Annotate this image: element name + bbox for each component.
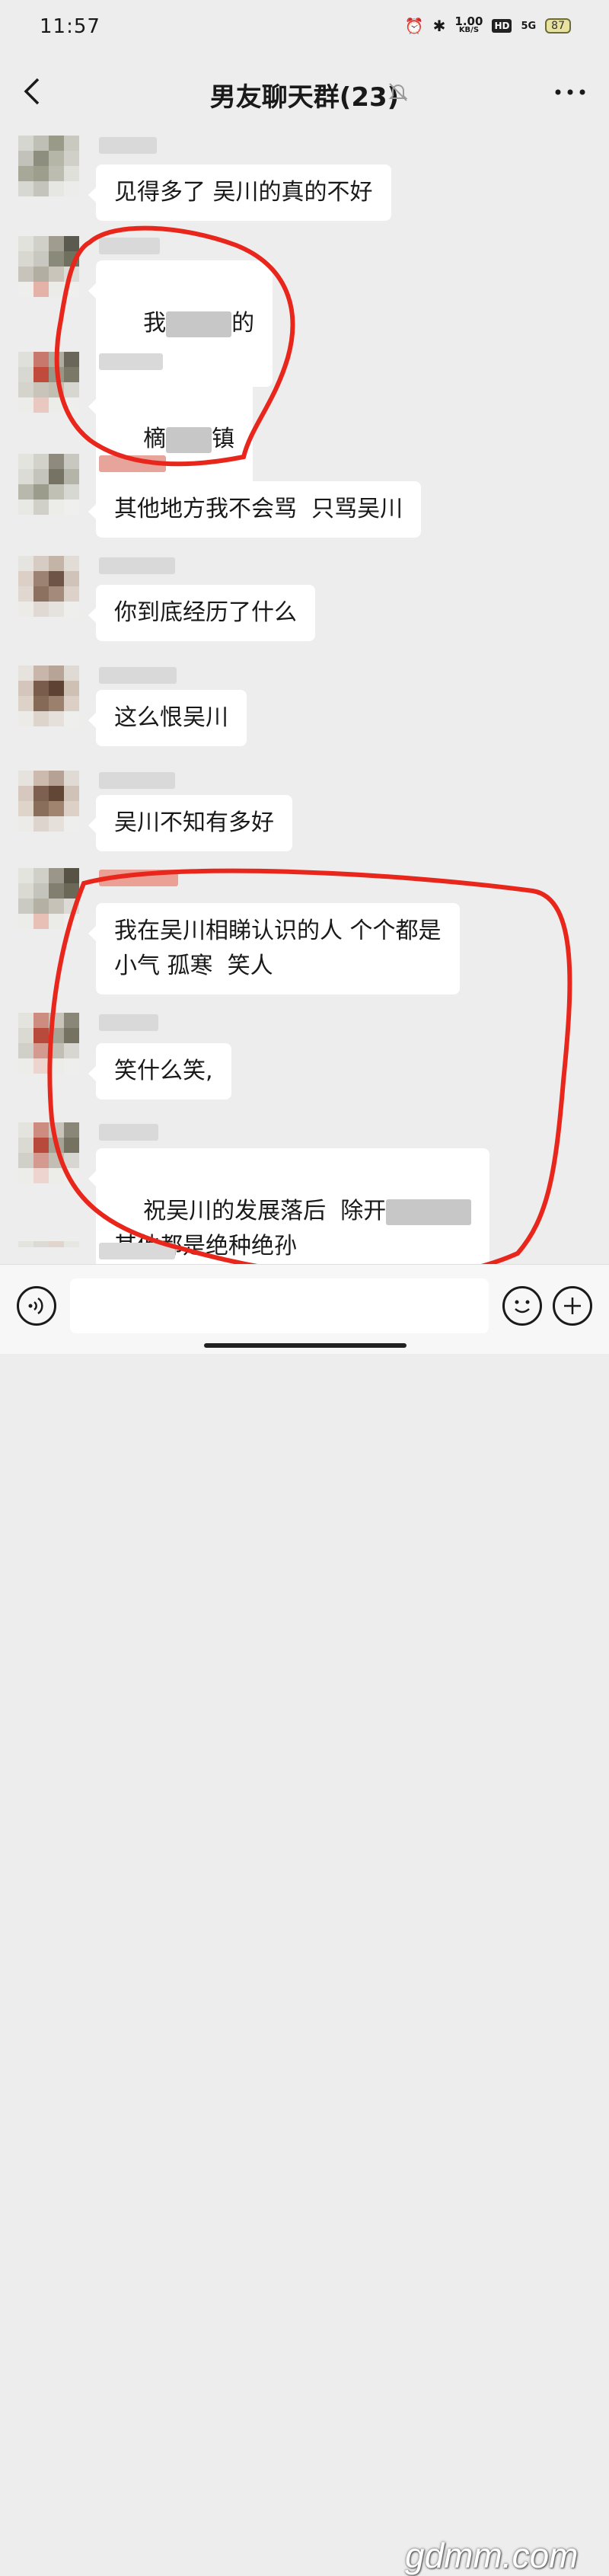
blurred-text	[386, 1199, 472, 1225]
message-bubble[interactable]: 见得多了 吴川的真的不好	[88, 164, 391, 221]
home-indicator[interactable]	[204, 1343, 407, 1348]
sender-name-blurred	[99, 137, 157, 154]
add-icon[interactable]	[553, 1286, 592, 1326]
more-dots-icon[interactable]	[553, 81, 588, 104]
message-bubble[interactable]: 笑什么笑,	[88, 1043, 231, 1100]
avatar[interactable]	[18, 136, 79, 196]
message-bubble[interactable]: 我在吴川相睇认识的人 个个都是 小气 孤寒 笑人	[88, 903, 460, 994]
voice-icon[interactable]	[17, 1286, 56, 1326]
blurred-text	[166, 311, 232, 337]
sender-name-blurred	[99, 667, 177, 684]
emoji-icon[interactable]	[502, 1286, 542, 1326]
watermark: gdmm.com	[405, 2536, 579, 2575]
avatar[interactable]	[18, 1013, 79, 1074]
sender-name-blurred	[99, 1243, 175, 1259]
message-bubble[interactable]: 其他地方我不会骂 只骂吴川	[88, 481, 422, 538]
sender-name-blurred	[99, 1014, 158, 1031]
signal-5g-icon: 5G	[521, 20, 537, 32]
sender-name-blurred	[99, 238, 160, 254]
status-bar: 11:57 ⏰ ✱ 1.00 KB/S HD 5G 87	[0, 0, 609, 55]
avatar[interactable]	[18, 1122, 79, 1183]
input-bar: gdmm.com	[0, 1264, 609, 2575]
avatar[interactable]	[18, 666, 79, 726]
sender-name-blurred	[99, 870, 178, 886]
sender-name-blurred	[99, 557, 175, 574]
network-speed: 1.00 KB/S	[454, 14, 483, 35]
battery-icon: 87	[545, 18, 571, 34]
message-bubble[interactable]: 吴川不知有多好	[88, 795, 292, 851]
sender-name-blurred	[99, 455, 166, 472]
sender-name-blurred	[99, 353, 163, 370]
avatar[interactable]	[18, 454, 79, 515]
status-time: 11:57	[40, 15, 100, 38]
alarm-icon: ⏰	[404, 17, 424, 35]
avatar[interactable]	[18, 352, 79, 413]
chat-header: 男友聊天群(23)	[0, 55, 609, 131]
message-input[interactable]	[70, 1278, 489, 1333]
avatar[interactable]	[18, 868, 79, 929]
sender-name-blurred	[99, 1124, 158, 1141]
bluetooth-icon: ✱	[432, 17, 446, 35]
chat-title: 男友聊天群(23)	[209, 82, 400, 113]
status-icons: ⏰ ✱ 1.00 KB/S HD 5G 87	[404, 14, 571, 35]
message-bubble[interactable]: 你到底经历了什么	[88, 585, 315, 641]
message-bubble[interactable]: 这么恨吴川	[88, 690, 247, 746]
mute-bell-icon	[388, 83, 408, 101]
avatar[interactable]	[18, 1241, 79, 1264]
avatar[interactable]	[18, 556, 79, 617]
blurred-text	[166, 426, 212, 453]
avatar[interactable]	[18, 236, 79, 297]
sender-name-blurred	[99, 772, 175, 789]
avatar[interactable]	[18, 771, 79, 832]
hd-badge: HD	[492, 19, 512, 33]
